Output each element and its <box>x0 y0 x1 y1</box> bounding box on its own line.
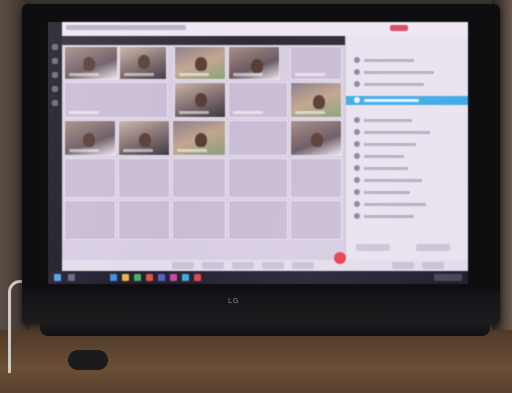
monitor-brand-logo: LG <box>228 297 240 305</box>
computer-mouse <box>68 350 108 370</box>
participant-tile[interactable] <box>228 200 288 240</box>
start-menu-icon[interactable] <box>54 274 61 281</box>
more-icon[interactable] <box>392 262 414 269</box>
participant-tile[interactable] <box>174 46 226 80</box>
participant-tile[interactable] <box>64 82 168 118</box>
participant-list-item[interactable] <box>352 68 462 77</box>
app-title-bar <box>62 22 468 36</box>
taskbar-app-icon[interactable] <box>110 274 117 281</box>
sidebar-activity-icon[interactable] <box>52 44 58 50</box>
monitor-screen <box>48 22 468 284</box>
participant-tile[interactable] <box>290 82 342 118</box>
participants-icon[interactable] <box>292 262 314 269</box>
taskbar-app-icon[interactable] <box>182 274 189 281</box>
participant-tile[interactable] <box>174 82 226 118</box>
recording-indicator <box>390 25 408 31</box>
participant-tile[interactable] <box>172 158 226 198</box>
participant-list-item[interactable] <box>352 188 462 197</box>
meeting-header <box>62 36 345 45</box>
video-grid <box>62 36 345 260</box>
participant-tile[interactable] <box>172 200 226 240</box>
taskbar-app-icon[interactable] <box>194 274 201 281</box>
panel-action-button[interactable] <box>356 244 390 251</box>
share-screen-icon[interactable] <box>232 262 254 269</box>
participant-list-item[interactable] <box>352 80 462 89</box>
participant-list-item[interactable] <box>352 128 462 137</box>
participant-tile[interactable] <box>228 46 280 80</box>
participant-tile[interactable] <box>64 200 116 240</box>
participant-tile[interactable] <box>290 46 342 80</box>
participant-tile[interactable] <box>172 120 226 156</box>
participant-tile[interactable] <box>118 158 170 198</box>
participant-list-item[interactable] <box>352 176 462 185</box>
sidebar-teams-icon[interactable] <box>52 72 58 78</box>
participant-list-item[interactable] <box>352 212 462 221</box>
window-title <box>66 25 186 30</box>
taskbar-app-icon[interactable] <box>146 274 153 281</box>
participant-tile[interactable] <box>119 46 167 80</box>
app-sidebar <box>48 22 62 284</box>
panel-action-button[interactable] <box>416 244 450 251</box>
chat-icon[interactable] <box>262 262 284 269</box>
call-control-bar <box>62 260 468 271</box>
participant-tile[interactable] <box>118 120 170 156</box>
sidebar-chat-icon[interactable] <box>52 58 58 64</box>
folder-icon[interactable] <box>122 274 129 281</box>
taskbar-app-icon[interactable] <box>134 274 141 281</box>
participant-tile[interactable] <box>290 200 342 240</box>
taskbar-app-icon[interactable] <box>170 274 177 281</box>
participant-tile[interactable] <box>290 158 342 198</box>
camera-icon[interactable] <box>202 262 224 269</box>
leave-call-icon[interactable] <box>334 252 346 264</box>
participants-panel <box>345 36 468 260</box>
mic-icon[interactable] <box>172 262 194 269</box>
participant-tile[interactable] <box>118 200 170 240</box>
participant-list-item[interactable] <box>352 164 462 173</box>
system-clock[interactable] <box>434 274 462 281</box>
search-icon[interactable] <box>68 274 75 281</box>
participant-tile[interactable] <box>228 158 288 198</box>
participant-list-item[interactable] <box>352 116 462 125</box>
participant-list-item[interactable] <box>352 200 462 209</box>
participant-tile[interactable] <box>64 120 116 156</box>
participant-list-item[interactable] <box>352 152 462 161</box>
participant-tile[interactable] <box>64 46 118 80</box>
participant-tile[interactable] <box>290 120 342 156</box>
participant-list-item-selected[interactable] <box>346 96 468 105</box>
sidebar-calendar-icon[interactable] <box>52 86 58 92</box>
sidebar-calls-icon[interactable] <box>52 100 58 106</box>
participant-tile[interactable] <box>228 120 288 156</box>
participant-list-item[interactable] <box>352 140 462 149</box>
settings-icon[interactable] <box>422 262 444 269</box>
windows-taskbar <box>48 271 468 284</box>
participant-tile[interactable] <box>64 158 116 198</box>
teams-icon[interactable] <box>158 274 165 281</box>
participant-tile[interactable] <box>228 82 288 118</box>
participant-list-item[interactable] <box>352 56 462 65</box>
monitor-bottom-bezel <box>22 290 500 324</box>
